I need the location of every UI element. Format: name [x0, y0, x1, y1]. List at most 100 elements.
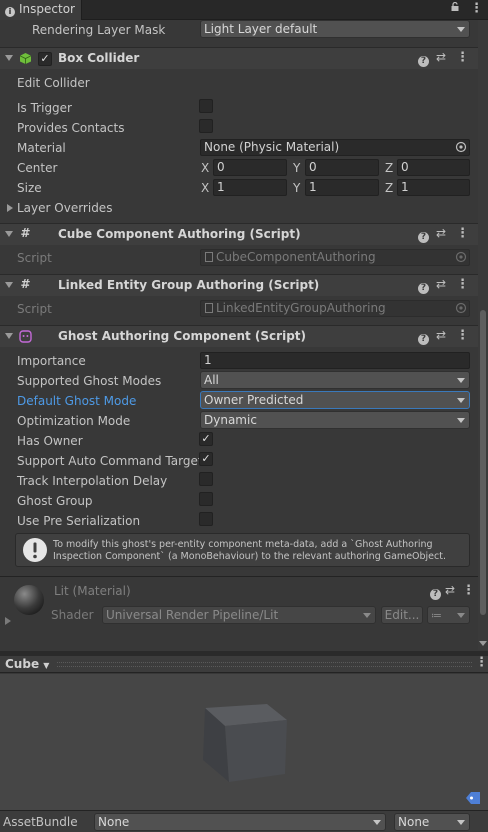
- shader-dropdown[interactable]: Universal Render Pipeline/Lit: [102, 606, 376, 624]
- supported-ghost-modes-label: Supported Ghost Modes: [17, 374, 162, 388]
- help-icon[interactable]: ?: [418, 330, 429, 345]
- ghost-authoring-header[interactable]: Ghost Authoring Component (Script) ? ⇄ ⋮: [0, 325, 488, 347]
- scrollbar-thumb[interactable]: [480, 310, 486, 615]
- enable-checkbox[interactable]: ✓: [38, 52, 52, 66]
- edit-collider-label: Edit Collider: [17, 76, 90, 90]
- info-icon: i: [5, 7, 15, 17]
- box-collider-header[interactable]: ✓ Box Collider ? ⇄ ⋮: [0, 47, 488, 69]
- has-owner-label: Has Owner: [17, 434, 83, 448]
- provides-contacts-checkbox[interactable]: [199, 119, 213, 133]
- foldout-arrow-icon[interactable]: [5, 55, 13, 61]
- material-foldout-icon[interactable]: [5, 617, 11, 625]
- center-x-label: X: [201, 161, 210, 175]
- foldout-arrow-icon[interactable]: [5, 231, 13, 237]
- supported-ghost-modes-dropdown[interactable]: All: [200, 371, 470, 389]
- track-interpolation-label: Track Interpolation Delay: [17, 474, 168, 488]
- shader-edit-button[interactable]: Edit...: [381, 606, 423, 624]
- drag-handle[interactable]: [57, 662, 472, 667]
- layer-overrides-label[interactable]: Layer Overrides: [17, 201, 112, 215]
- center-y-field[interactable]: 0: [305, 159, 379, 176]
- foldout-arrow-icon[interactable]: [5, 282, 13, 288]
- center-z-label: Z: [385, 161, 394, 175]
- material-value: None (Physic Material): [204, 140, 340, 154]
- optimization-mode-dropdown[interactable]: Dynamic: [200, 411, 470, 429]
- presets-icon[interactable]: ⇄: [436, 226, 446, 240]
- has-owner-checkbox[interactable]: ✓: [199, 432, 213, 446]
- default-ghost-mode-label: Default Ghost Mode: [17, 394, 137, 408]
- script-icon: #: [20, 226, 31, 240]
- ghost-group-checkbox[interactable]: [199, 492, 213, 506]
- asset-label-icon[interactable]: [465, 791, 481, 805]
- size-x-value: 1: [217, 180, 225, 194]
- script-file-icon: [205, 252, 213, 262]
- object-picker-icon: [455, 251, 467, 263]
- object-picker-icon[interactable]: [455, 141, 467, 153]
- cube-component-title: Cube Component Authoring (Script): [58, 227, 301, 241]
- layer-overrides-foldout-icon[interactable]: [7, 204, 13, 212]
- linked-script-value: LinkedEntityGroupAuthoring: [216, 301, 386, 315]
- component-menu-icon[interactable]: ⋮: [456, 51, 469, 64]
- provides-contacts-label: Provides Contacts: [17, 121, 125, 135]
- preview-area[interactable]: [0, 674, 488, 810]
- size-y-field[interactable]: 1: [305, 179, 379, 196]
- material-title: Lit (Material): [54, 584, 131, 598]
- center-z-field[interactable]: 0: [397, 159, 470, 176]
- component-menu-icon[interactable]: ⋮: [456, 329, 469, 342]
- help-icon[interactable]: ?: [430, 585, 441, 600]
- presets-icon[interactable]: ⇄: [445, 583, 455, 597]
- importance-label: Importance: [17, 354, 86, 368]
- presets-icon[interactable]: ⇄: [436, 328, 446, 342]
- help-icon[interactable]: ?: [418, 228, 429, 243]
- material-field[interactable]: None (Physic Material): [200, 139, 470, 156]
- size-z-field[interactable]: 1: [397, 179, 470, 196]
- center-x-field[interactable]: 0: [213, 159, 287, 176]
- size-y-value: 1: [309, 180, 317, 194]
- presets-icon[interactable]: ⇄: [436, 277, 446, 291]
- linked-script-label: Script: [17, 302, 52, 316]
- component-menu-icon[interactable]: ⋮: [456, 278, 469, 291]
- linked-entity-title: Linked Entity Group Authoring (Script): [58, 278, 320, 292]
- rendering-layer-mask-dropdown[interactable]: Light Layer default: [200, 20, 470, 38]
- center-x-value: 0: [217, 160, 225, 174]
- chevron-down-icon: [373, 820, 381, 825]
- ghost-group-label: Ghost Group: [17, 494, 93, 508]
- presets-icon[interactable]: ⇄: [436, 50, 446, 64]
- asset-bundle-variant-dropdown[interactable]: None: [394, 813, 470, 831]
- component-menu-icon[interactable]: ⋮: [462, 584, 475, 597]
- size-y-label: Y: [293, 181, 301, 195]
- shader-options-dropdown[interactable]: ≔: [427, 606, 470, 624]
- lock-icon[interactable]: [451, 2, 459, 11]
- cube-component-header[interactable]: # Cube Component Authoring (Script) ? ⇄ …: [0, 223, 488, 245]
- is-trigger-checkbox[interactable]: [199, 99, 213, 113]
- rendering-layer-mask-label: Rendering Layer Mask: [32, 23, 166, 37]
- track-interpolation-checkbox[interactable]: [199, 472, 213, 486]
- default-ghost-mode-dropdown[interactable]: Owner Predicted: [200, 391, 470, 409]
- more-options-icon[interactable]: ⋮: [470, 2, 483, 15]
- help-icon[interactable]: ?: [418, 279, 429, 294]
- component-menu-icon[interactable]: ⋮: [456, 227, 469, 240]
- pre-serialization-checkbox[interactable]: [199, 512, 213, 526]
- preview-toolbar: Cube ▼ ⋮: [0, 656, 488, 673]
- is-trigger-label: Is Trigger: [17, 101, 72, 115]
- foldout-arrow-icon[interactable]: [5, 333, 13, 339]
- chevron-down-icon: [457, 418, 465, 423]
- info-box: To modify this ghost's per-entity compon…: [15, 533, 470, 567]
- tab-inspector[interactable]: i Inspector: [0, 0, 82, 20]
- asset-bundle-dropdown[interactable]: None: [94, 813, 386, 831]
- center-y-value: 0: [309, 160, 317, 174]
- support-auto-command-checkbox[interactable]: ✓: [199, 452, 213, 466]
- preview-menu-icon[interactable]: ⋮: [475, 656, 488, 669]
- preview-object-name: Cube: [5, 657, 40, 671]
- chevron-down-icon: [457, 820, 465, 825]
- preview-object-dropdown[interactable]: Cube ▼: [5, 657, 49, 671]
- cube-preview: [203, 704, 287, 782]
- chevron-down-icon: [457, 378, 465, 383]
- info-text: To modify this ghost's per-entity compon…: [53, 539, 446, 562]
- importance-field[interactable]: 1: [200, 352, 470, 369]
- chevron-down-icon: [363, 613, 371, 618]
- size-x-field[interactable]: 1: [213, 179, 287, 196]
- separator: [0, 576, 488, 577]
- linked-entity-header[interactable]: # Linked Entity Group Authoring (Script)…: [0, 274, 488, 296]
- scroll-down-arrow-icon[interactable]: [479, 641, 487, 646]
- help-icon[interactable]: ?: [418, 52, 429, 67]
